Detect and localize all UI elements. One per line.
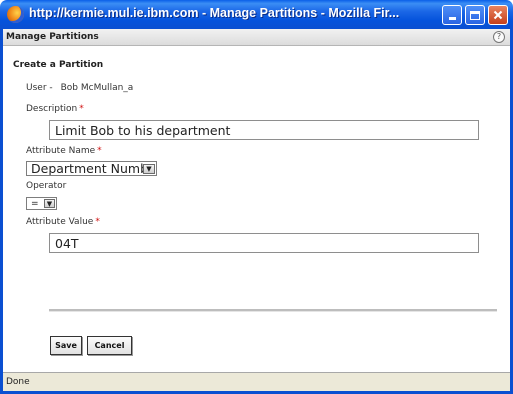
dialog-header: Manage Partitions ? — [3, 29, 510, 46]
chevron-down-icon[interactable]: ▼ — [44, 199, 55, 208]
dialog-content: Create a Partition User - Bob McMullan_a … — [3, 46, 510, 372]
dialog-title: Manage Partitions — [6, 32, 99, 42]
attribute-name-label-text: Attribute Name — [26, 146, 96, 156]
attribute-name-select[interactable]: Department Numbe ▼ — [26, 161, 157, 176]
window-titlebar[interactable]: http://kermie.mul.ie.ibm.com - Manage Pa… — [0, 0, 513, 29]
description-input[interactable] — [49, 120, 479, 140]
attribute-name-value: Department Numbe — [31, 161, 143, 176]
close-button[interactable] — [488, 5, 508, 25]
user-row: User - Bob McMullan_a — [26, 83, 133, 93]
user-value: Bob McMullan_a — [60, 83, 134, 93]
required-marker: * — [95, 217, 100, 227]
user-label: User - — [26, 83, 53, 93]
maximize-button[interactable] — [465, 5, 485, 25]
window-title: http://kermie.mul.ie.ibm.com - Manage Pa… — [29, 6, 400, 20]
status-text: Done — [6, 377, 30, 387]
minimize-button[interactable] — [442, 5, 462, 25]
description-label-text: Description — [26, 104, 78, 114]
required-marker: * — [97, 146, 102, 156]
firefox-icon — [7, 6, 24, 23]
help-icon[interactable]: ? — [493, 31, 505, 43]
attribute-value-label-text: Attribute Value — [26, 217, 94, 227]
minimize-icon — [448, 17, 456, 20]
attribute-value-input[interactable] — [49, 233, 479, 253]
attribute-value-label: Attribute Value * — [26, 217, 100, 227]
required-marker: * — [79, 104, 84, 114]
operator-select[interactable]: = ▼ — [26, 197, 57, 210]
divider — [49, 309, 497, 312]
cancel-button[interactable]: Cancel — [87, 336, 132, 355]
operator-value: = — [31, 198, 39, 209]
save-button[interactable]: Save — [50, 336, 82, 355]
status-bar: Done — [3, 372, 510, 391]
maximize-icon — [470, 10, 480, 20]
chevron-down-icon[interactable]: ▼ — [143, 163, 155, 174]
close-icon — [493, 10, 503, 20]
window-frame: Manage Partitions ? Create a Partition U… — [0, 29, 513, 394]
attribute-name-label: Attribute Name * — [26, 146, 102, 156]
description-label: Description * — [26, 104, 84, 114]
operator-label: Operator — [26, 181, 67, 191]
section-title: Create a Partition — [13, 60, 104, 70]
